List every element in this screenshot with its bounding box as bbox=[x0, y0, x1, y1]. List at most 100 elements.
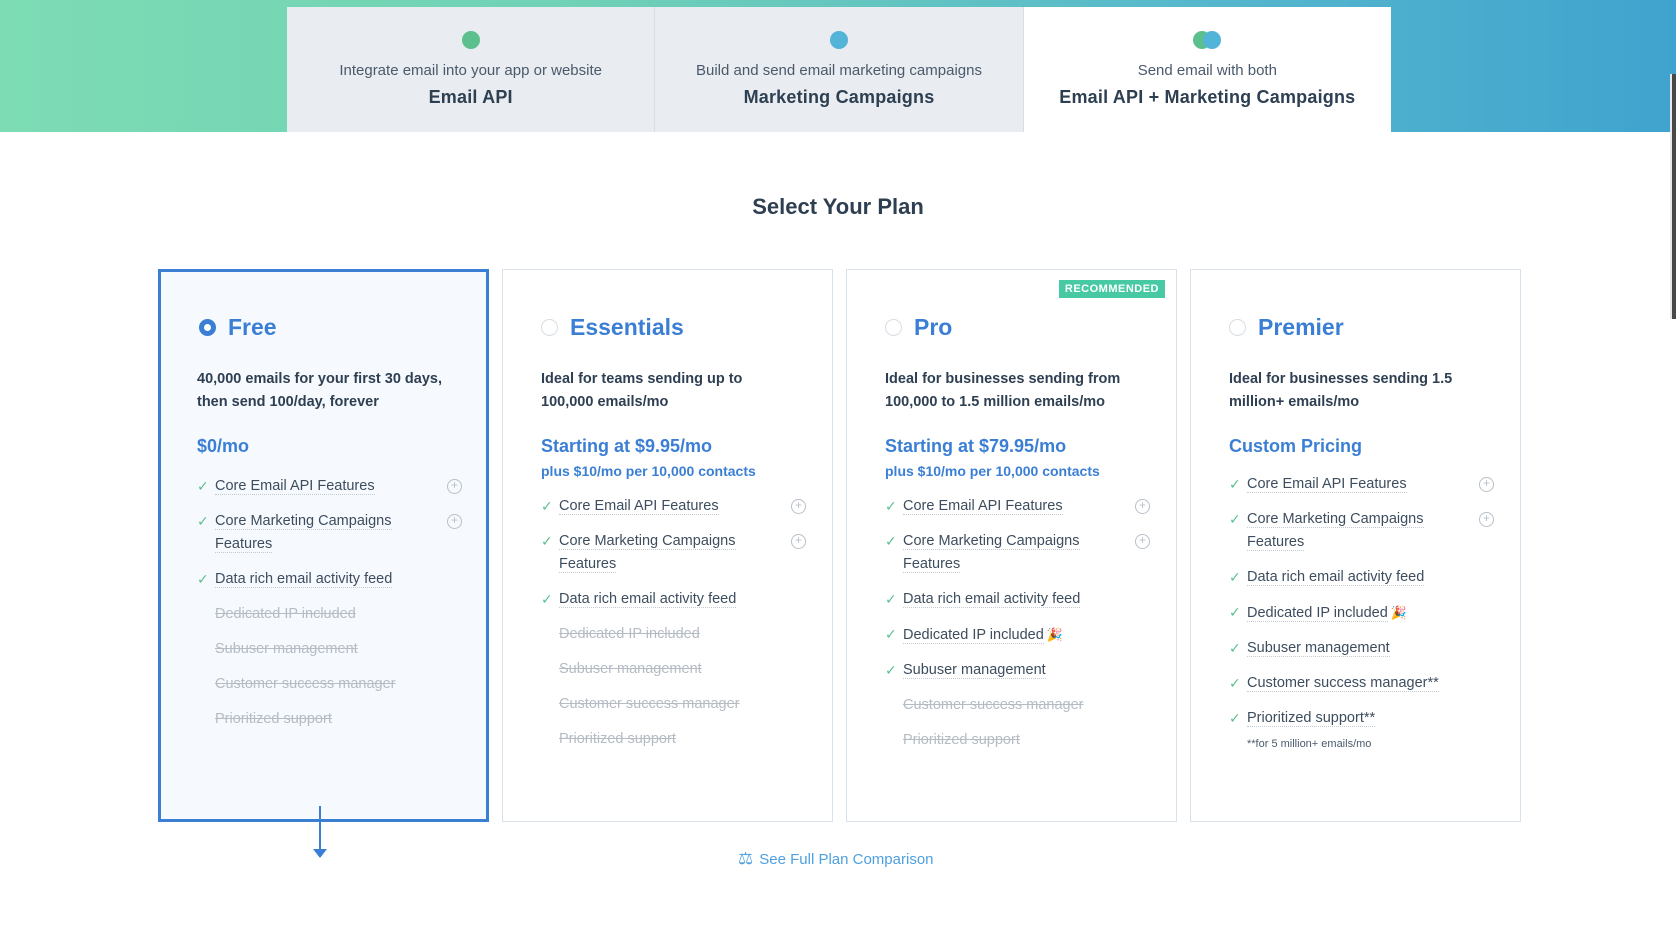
plan-header[interactable]: Premier bbox=[1229, 314, 1344, 341]
plan-price: $0/mo bbox=[197, 436, 250, 456]
check-icon: ✓ bbox=[541, 533, 553, 549]
plan-footnote: **for 5 million+ emails/mo bbox=[1247, 738, 1372, 750]
check-icon: ✓ bbox=[885, 626, 897, 642]
feature-item: ✓ Subuser management bbox=[1229, 637, 1499, 660]
feature-item: ✓ Core Email API Features + bbox=[197, 475, 467, 498]
expand-plus-icon[interactable]: + bbox=[447, 479, 462, 494]
check-icon: ✓ bbox=[885, 591, 897, 607]
expand-plus-icon[interactable]: + bbox=[1479, 477, 1494, 492]
plan-card-premier[interactable]: Premier Ideal for businesses sending 1.5 … bbox=[1190, 269, 1521, 822]
feature-item: Customer success manager bbox=[885, 694, 1155, 717]
feature-label[interactable]: Prioritized support** bbox=[1247, 710, 1376, 727]
plan-header[interactable]: Essentials bbox=[541, 314, 684, 341]
plan-name: Free bbox=[228, 314, 277, 340]
feature-label[interactable]: Subuser management bbox=[559, 661, 702, 677]
check-icon: ✓ bbox=[197, 571, 209, 587]
feature-label[interactable]: Prioritized support bbox=[215, 711, 332, 727]
feature-item: Subuser management bbox=[197, 638, 467, 661]
feature-label[interactable]: Subuser management bbox=[215, 641, 358, 657]
feature-label[interactable]: Data rich email activity feed bbox=[559, 591, 737, 608]
feature-item: Dedicated IP included bbox=[541, 623, 811, 646]
feature-label[interactable]: Subuser management bbox=[1247, 640, 1390, 657]
recommended-badge: RECOMMENDED bbox=[1058, 280, 1165, 298]
plan-radio[interactable] bbox=[199, 319, 216, 336]
feature-item: Dedicated IP included bbox=[197, 603, 467, 626]
feature-item: Subuser management bbox=[541, 658, 811, 681]
feature-item: ✓ Core Marketing Campaigns Features + bbox=[197, 510, 467, 556]
tab-title: Email API + Marketing Campaigns bbox=[1059, 87, 1356, 107]
check-icon: ✓ bbox=[885, 533, 897, 549]
product-tabs: Integrate email into your app or website… bbox=[287, 7, 1391, 132]
plan-name: Premier bbox=[1258, 314, 1344, 340]
compare-link-label: See Full Plan Comparison bbox=[759, 850, 934, 868]
feature-label[interactable]: Dedicated IP included bbox=[215, 606, 356, 622]
feature-item: ✓ Data rich email activity feed bbox=[541, 588, 811, 611]
tab-title: Marketing Campaigns bbox=[743, 87, 935, 107]
feature-list: ✓ Core Email API Features + ✓ Core Marketing… bbox=[197, 475, 467, 743]
feature-label[interactable]: Core Marketing Campaigns Features bbox=[215, 513, 392, 553]
plan-price: Custom Pricing bbox=[1229, 436, 1363, 456]
feature-label[interactable]: Prioritized support bbox=[903, 732, 1020, 748]
feature-label[interactable]: Dedicated IP included bbox=[903, 627, 1044, 644]
feature-item: Prioritized support bbox=[885, 729, 1155, 752]
tab-email-api[interactable]: Integrate email into your app or website… bbox=[287, 7, 656, 132]
check-icon: ✓ bbox=[1229, 511, 1241, 527]
plan-description: Ideal for businesses sending 1.5 million… bbox=[1229, 371, 1453, 410]
tab-email-api-plus-marketing[interactable]: Send email with both Email API + Marketi… bbox=[1023, 7, 1391, 132]
feature-label[interactable]: Prioritized support bbox=[559, 731, 676, 747]
feature-label[interactable]: Customer success manager** bbox=[1247, 675, 1439, 692]
plan-price: Starting at $79.95/mo bbox=[885, 436, 1067, 456]
tab-marketing-campaigns[interactable]: Build and send email marketing campaigns… bbox=[655, 7, 1024, 132]
plan-card-free[interactable]: Free 40,000 emails for your first 30 days… bbox=[158, 269, 489, 822]
feature-label[interactable]: Data rich email activity feed bbox=[903, 591, 1081, 608]
expand-plus-icon[interactable]: + bbox=[791, 499, 806, 514]
expand-plus-icon[interactable]: + bbox=[1135, 499, 1150, 514]
feature-label[interactable]: Core Email API Features bbox=[1247, 476, 1407, 493]
feature-label[interactable]: Core Email API Features bbox=[559, 498, 719, 515]
feature-item: ✓ Dedicated IP included 🎉 bbox=[885, 623, 1155, 647]
expand-plus-icon[interactable]: + bbox=[1479, 512, 1494, 527]
plan-price: Starting at $9.95/mo bbox=[541, 436, 713, 456]
feature-item: ✓ Core Email API Features + bbox=[1229, 473, 1499, 496]
check-icon: ✓ bbox=[1229, 604, 1241, 620]
plan-card-pro[interactable]: RECOMMENDED Pro Ideal for businesses sendi… bbox=[846, 269, 1177, 822]
feature-label[interactable]: Core Marketing Campaigns Features bbox=[903, 533, 1080, 573]
plan-name: Essentials bbox=[570, 314, 684, 340]
plan-radio[interactable] bbox=[885, 319, 902, 336]
feature-label[interactable]: Data rich email activity feed bbox=[215, 571, 393, 588]
expand-plus-icon[interactable]: + bbox=[447, 514, 462, 529]
feature-label[interactable]: Dedicated IP included bbox=[559, 626, 700, 642]
plan-price-subtext: plus $10/mo per 10,000 contacts bbox=[885, 463, 1100, 479]
feature-label[interactable]: Core Email API Features bbox=[903, 498, 1063, 515]
plan-header[interactable]: Pro bbox=[885, 314, 952, 341]
feature-label[interactable]: Core Marketing Campaigns Features bbox=[559, 533, 736, 573]
feature-item: ✓ Prioritized support** bbox=[1229, 707, 1499, 730]
feature-label[interactable]: Customer success manager bbox=[215, 676, 396, 692]
marketing-dot-icon bbox=[829, 31, 848, 49]
plan-radio[interactable] bbox=[541, 319, 558, 336]
check-icon: ✓ bbox=[1229, 675, 1241, 691]
expand-plus-icon[interactable]: + bbox=[1135, 534, 1150, 549]
expand-plus-icon[interactable]: + bbox=[791, 534, 806, 549]
feature-item: ✓ Core Email API Features + bbox=[541, 495, 811, 518]
plan-description: Ideal for businesses sending from 100,00… bbox=[885, 371, 1121, 410]
tab-subtitle: Integrate email into your app or website bbox=[339, 62, 602, 79]
feature-label[interactable]: Customer success manager bbox=[903, 697, 1084, 713]
full-plan-comparison-link[interactable]: ⚖ See Full Plan Comparison bbox=[738, 849, 934, 869]
tab-title: Email API bbox=[428, 87, 513, 107]
plan-header[interactable]: Free bbox=[199, 314, 277, 341]
feature-label[interactable]: Dedicated IP included bbox=[1247, 605, 1388, 622]
feature-item: ✓ Data rich email activity feed bbox=[1229, 566, 1499, 589]
plan-card-essentials[interactable]: Essentials Ideal for teams sending up to … bbox=[502, 269, 833, 822]
feature-item: ✓ Core Marketing Campaigns Features + bbox=[541, 530, 811, 576]
feature-label[interactable]: Core Email API Features bbox=[215, 478, 375, 495]
check-icon: ✓ bbox=[541, 591, 553, 607]
feature-label[interactable]: Core Marketing Campaigns Features bbox=[1247, 511, 1424, 551]
feature-label[interactable]: Subuser management bbox=[903, 662, 1046, 679]
check-icon: ✓ bbox=[1229, 640, 1241, 656]
annotation-arrow bbox=[319, 806, 321, 854]
feature-item: ✓ Core Marketing Campaigns Features + bbox=[1229, 508, 1499, 554]
feature-label[interactable]: Customer success manager bbox=[559, 696, 740, 712]
feature-label[interactable]: Data rich email activity feed bbox=[1247, 569, 1425, 586]
plan-radio[interactable] bbox=[1229, 319, 1246, 336]
